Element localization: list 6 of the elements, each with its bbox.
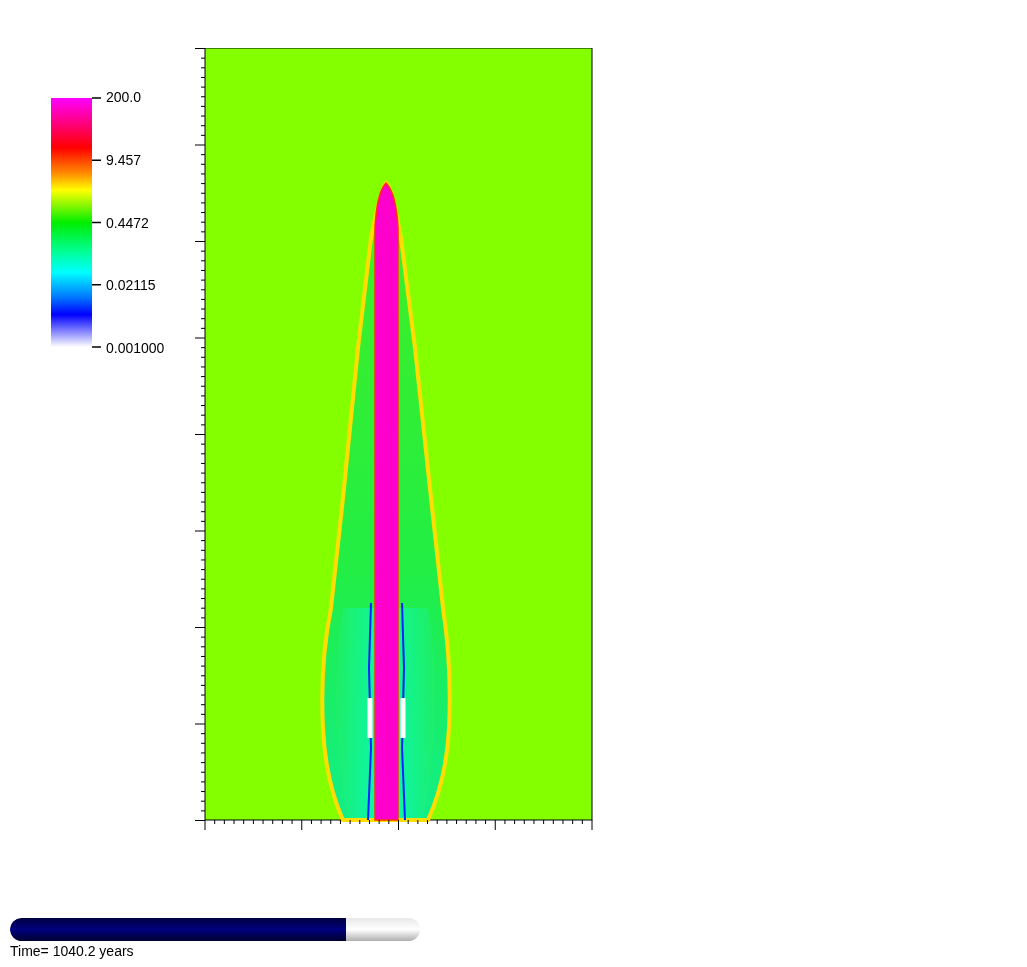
scale-label: 0.02115 (106, 278, 157, 293)
scale-label: 9.457 (106, 152, 143, 167)
scale-label: 0.4472 (106, 215, 150, 230)
time-label: Time= 1040.2 years (10, 943, 134, 959)
scale-label: 200.0 (106, 90, 143, 104)
scale-label: 0.001000 (106, 341, 166, 355)
